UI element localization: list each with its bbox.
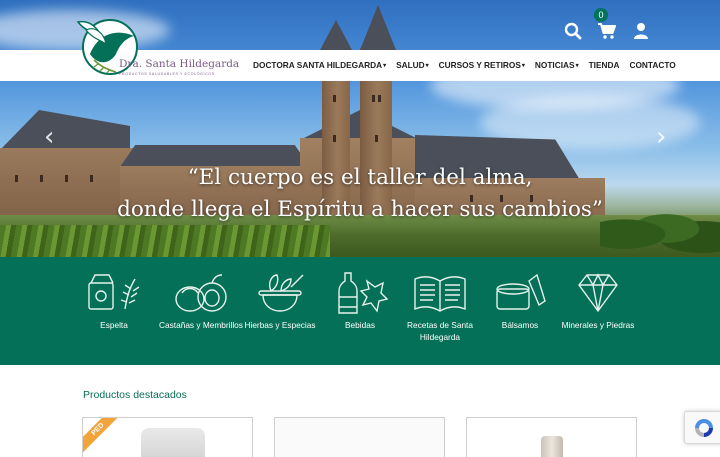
- menu-item-label: TIENDA: [588, 60, 620, 70]
- spelt-icon: [88, 274, 140, 310]
- chevron-down-icon: ▾: [383, 63, 387, 69]
- category-label: Bebidas: [345, 320, 375, 330]
- hero-quote-line-1: “El cuerpo es el taller del alma,: [187, 165, 533, 190]
- category-castanas[interactable]: Castañas y Membrillos: [159, 271, 243, 331]
- hero-quote-line-2: donde llega el Espíritu a hacer sus camb…: [117, 197, 603, 222]
- menu-item-label: CURSOS Y RETIROS: [438, 60, 521, 70]
- drinks-icon: [338, 272, 389, 314]
- product-image: [275, 418, 444, 457]
- header-icons: 0: [562, 8, 652, 42]
- menu-item-doctora[interactable]: DOCTORA SANTA HILDEGARDA▾: [253, 60, 386, 70]
- category-recetas[interactable]: Recetas de Santa Hildegarda: [398, 271, 482, 343]
- cart-button[interactable]: 0: [594, 8, 618, 42]
- cart-icon: [598, 23, 616, 39]
- chevron-down-icon: ▾: [425, 63, 429, 69]
- category-label: Hierbas y Especias: [244, 320, 316, 330]
- user-icon: [634, 23, 648, 39]
- category-label: Castañas y Membrillos: [159, 320, 243, 330]
- recaptcha-icon: [695, 418, 713, 437]
- logo-tagline: PRODUCTOS SALUDABLES Y ECOLÓGICOS: [119, 72, 215, 76]
- category-label: Minerales y Piedras: [561, 320, 635, 330]
- chevron-down-icon: ▾: [575, 63, 579, 69]
- category-label: Bálsamos: [501, 320, 539, 330]
- product-card[interactable]: [466, 417, 637, 457]
- product-card[interactable]: PED: [82, 417, 253, 457]
- search-icon: [564, 22, 582, 40]
- category-bar: Espelta Castañas y Membrillos Hierbas y …: [0, 257, 720, 365]
- menu-item-label: SALUD: [396, 60, 425, 70]
- book-icon: [414, 276, 466, 312]
- diamond-icon: [578, 273, 618, 313]
- account-button[interactable]: [630, 20, 652, 42]
- product-image: [141, 428, 205, 457]
- menu-item-contacto[interactable]: CONTACTO: [629, 60, 675, 70]
- featured-products-title: Productos destacados: [83, 389, 187, 401]
- search-button[interactable]: [562, 20, 584, 42]
- category-minerales[interactable]: Minerales y Piedras: [556, 271, 640, 331]
- category-bebidas[interactable]: Bebidas: [318, 271, 402, 331]
- menu-item-tienda[interactable]: TIENDA: [589, 60, 620, 70]
- menu-item-salud[interactable]: SALUD▾: [396, 60, 429, 70]
- slider-next-button[interactable]: ›: [656, 122, 666, 152]
- product-card[interactable]: [274, 417, 445, 457]
- chevron-down-icon: ▾: [521, 63, 525, 69]
- category-label: Espelta: [100, 320, 128, 330]
- menu-item-label: CONTACTO: [629, 60, 676, 70]
- ped-badge: PED: [83, 418, 124, 455]
- product-image: [541, 436, 563, 457]
- slider-prev-button[interactable]: ‹: [44, 122, 54, 152]
- main-menu: DOCTORA SANTA HILDEGARDA▾ SALUD▾ CURSOS …: [253, 60, 676, 70]
- menu-item-label: DOCTORA SANTA HILDEGARDA: [253, 60, 383, 70]
- category-espelta[interactable]: Espelta: [72, 271, 156, 331]
- menu-item-cursos[interactable]: CURSOS Y RETIROS▾: [439, 60, 525, 70]
- vineyard: [0, 225, 330, 257]
- menu-item-label: NOTICIAS: [534, 60, 575, 70]
- menu-item-noticias[interactable]: NOTICIAS▾: [535, 60, 579, 70]
- category-label: Recetas de Santa Hildegarda: [407, 320, 473, 342]
- balm-icon: [496, 273, 546, 310]
- logo-brand-name: Dra. Santa Hildegarda: [119, 58, 240, 70]
- site-logo[interactable]: Dra. Santa Hildegarda PRODUCTOS SALUDABL…: [76, 14, 239, 80]
- chestnut-icon: [175, 274, 227, 312]
- category-hierbas[interactable]: Hierbas y Especias: [238, 271, 322, 331]
- hero-quote: “El cuerpo es el taller del alma, donde …: [0, 162, 720, 226]
- cart-count-badge: 0: [594, 8, 608, 22]
- recaptcha-badge[interactable]: [684, 411, 720, 444]
- herbs-icon: [258, 274, 304, 312]
- category-balsamos[interactable]: Bálsamos: [478, 271, 562, 331]
